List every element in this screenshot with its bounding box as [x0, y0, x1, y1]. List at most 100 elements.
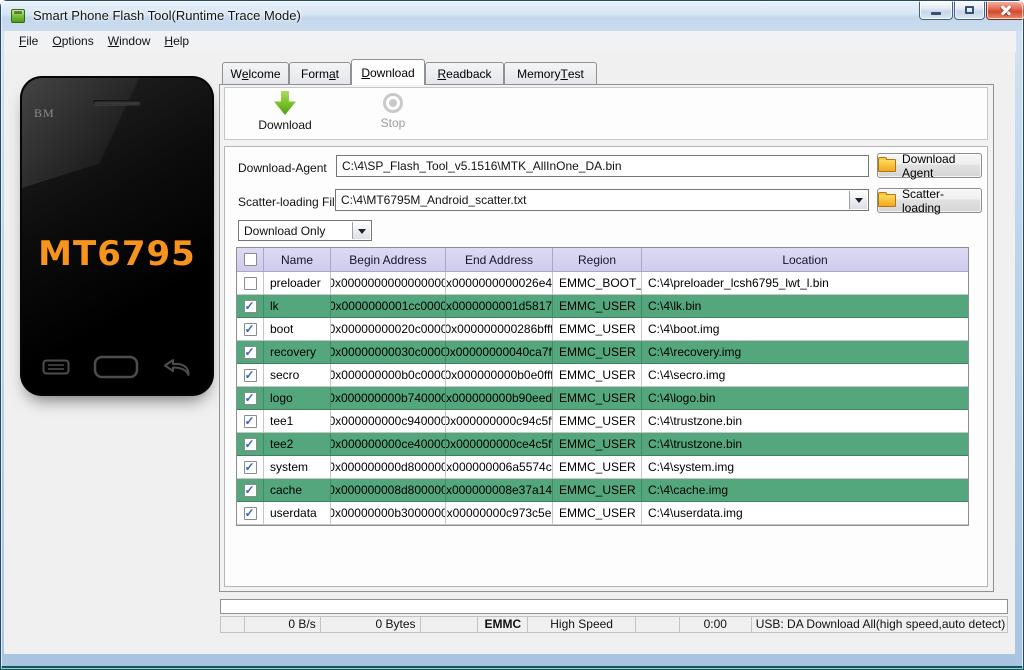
cell-select [237, 364, 264, 387]
cell-begin: 0x00000000b3000000 [331, 502, 446, 525]
scatter-loading-combobox[interactable]: C:\4\MT6795M_Android_scatter.txt [335, 189, 869, 211]
window-titlebar[interactable]: Smart Phone Flash Tool(Runtime Trace Mod… [1, 1, 1024, 31]
menu-item-help[interactable]: Help [157, 31, 196, 52]
table-row-logo[interactable]: logo0x000000000b7400000x000000000b90eed9… [237, 387, 968, 410]
close-button[interactable] [986, 1, 1024, 20]
label-text: W [230, 66, 242, 81]
row-checkbox[interactable] [243, 276, 257, 290]
row-checkbox[interactable] [243, 345, 257, 359]
cell-select [237, 502, 264, 525]
minimize-icon [931, 12, 941, 15]
table-row-boot[interactable]: boot0x00000000020c00000x000000000286bfff… [237, 318, 968, 341]
cell-region: EMMC_USER [553, 318, 642, 341]
table-row-preloader[interactable]: preloader0x00000000000000000x00000000000… [237, 272, 968, 295]
download-button-label: Download [258, 118, 312, 132]
status-segment-3 [421, 617, 479, 632]
label-text: lcome [248, 66, 281, 81]
table-row-lk[interactable]: lk0x0000000001cc00000x0000000001d58173EM… [237, 295, 968, 318]
status-segment-2: 0 Bytes [321, 617, 421, 632]
cell-region: EMMC_USER [553, 341, 642, 364]
column-header-begin-address[interactable]: Begin Address [331, 248, 446, 272]
stop-button[interactable]: Stop [347, 91, 439, 137]
cell-name: secro [264, 364, 331, 387]
row-checkbox[interactable] [243, 322, 257, 336]
label-text: W [107, 34, 120, 48]
download-agent-input[interactable] [336, 155, 869, 177]
cell-select [237, 433, 264, 456]
cell-end: 0x00000000040ca7ff [446, 341, 553, 364]
chevron-down-icon[interactable] [849, 191, 867, 209]
cell-location: C:\4\preloader_lcsh6795_lwt_l.bin [642, 272, 968, 295]
cell-end: 0x000000000c94c5ff [446, 410, 553, 433]
cell-select [237, 318, 264, 341]
row-checkbox[interactable] [243, 299, 257, 313]
menu-item-window[interactable]: Window [101, 31, 158, 52]
cell-end: 0x00000000c973c5eb [446, 502, 553, 525]
cell-region: EMMC_USER [553, 479, 642, 502]
status-segment-4: EMMC [478, 617, 529, 632]
tab-format[interactable]: Form a t [289, 62, 351, 84]
cell-location: C:\4\trustzone.bin [642, 410, 968, 433]
table-row-tee2[interactable]: tee20x000000000ce400000x000000000ce4c5ff… [237, 433, 968, 456]
tab-memory-test[interactable]: Memory Test [504, 62, 597, 84]
download-button[interactable]: Download [239, 91, 331, 137]
menu-item-options[interactable]: Options [45, 31, 100, 52]
column-header-end-address[interactable]: End Address [446, 248, 553, 272]
table-row-recovery[interactable]: recovery0x00000000030c00000x00000000040c… [237, 341, 968, 364]
download-agent-button[interactable]: Download Agent [877, 152, 982, 180]
cell-region: EMMC_USER [553, 502, 642, 525]
cell-begin: 0x00000000020c0000 [331, 318, 446, 341]
cell-begin: 0x000000000d800000 [331, 456, 446, 479]
row-checkbox[interactable] [243, 391, 257, 405]
cell-begin: 0x00000000030c0000 [331, 341, 446, 364]
column-header-location[interactable]: Location [642, 248, 968, 272]
row-checkbox[interactable] [243, 437, 257, 451]
tab-welcome[interactable]: We lcome [222, 62, 289, 84]
table-row-userdata[interactable]: userdata0x00000000b30000000x00000000c973… [237, 502, 968, 525]
chevron-down-icon[interactable] [352, 222, 370, 239]
download-mode-select[interactable]: Download Only [238, 220, 372, 241]
toolbar-panel [224, 87, 988, 140]
table-row-tee1[interactable]: tee10x000000000c9400000x000000000c94c5ff… [237, 410, 968, 433]
cell-begin: 0x000000000ce40000 [331, 433, 446, 456]
app-icon [11, 9, 25, 23]
select-all-checkbox[interactable] [243, 253, 257, 266]
cell-region: EMMC_USER [553, 364, 642, 387]
menu-item-file[interactable]: File [12, 31, 45, 52]
label-text: Form [300, 66, 329, 81]
label-text: ile [26, 34, 39, 48]
cell-region: EMMC_USER [553, 410, 642, 433]
table-row-cache[interactable]: cache0x000000008d8000000x000000008e37a14… [237, 479, 968, 502]
progress-bar [220, 599, 1008, 614]
cell-end: 0x000000008e37a147 [446, 479, 553, 502]
cell-name: logo [264, 387, 331, 410]
minimize-button[interactable] [919, 1, 953, 20]
cell-end: 0x000000000b90eed9 [446, 387, 553, 410]
cell-end: 0x000000006a5574c7 [446, 456, 553, 479]
cell-location: C:\4\cache.img [642, 479, 968, 502]
row-checkbox[interactable] [243, 460, 257, 474]
status-segment-1: 0 B/s [245, 617, 321, 632]
tab-readback[interactable]: Readback [425, 62, 504, 84]
column-header-region[interactable]: Region [553, 248, 642, 272]
column-header-name[interactable]: Name [264, 248, 331, 272]
window-bottom-edge [0, 666, 1024, 670]
download-mode-value: Download Only [244, 224, 326, 238]
row-checkbox[interactable] [243, 506, 257, 520]
tab-download[interactable]: Download [351, 59, 425, 85]
scatter-loading-button[interactable]: Scatter-loading [877, 187, 982, 215]
label-text: ownload [369, 65, 415, 80]
cell-name: userdata [264, 502, 331, 525]
phone-back-icon [162, 357, 192, 382]
cell-name: lk [264, 295, 331, 318]
cell-name: preloader [264, 272, 331, 295]
row-checkbox[interactable] [243, 414, 257, 428]
label-text: T [560, 66, 568, 81]
row-checkbox[interactable] [243, 483, 257, 497]
table-row-secro[interactable]: secro0x000000000b0c00000x000000000b0e0ff… [237, 364, 968, 387]
row-checkbox[interactable] [243, 368, 257, 382]
table-row-system[interactable]: system0x000000000d8000000x000000006a5574… [237, 456, 968, 479]
cell-location: C:\4\lk.bin [642, 295, 968, 318]
download-arrow-icon [274, 91, 296, 115]
maximize-button[interactable] [954, 1, 985, 20]
